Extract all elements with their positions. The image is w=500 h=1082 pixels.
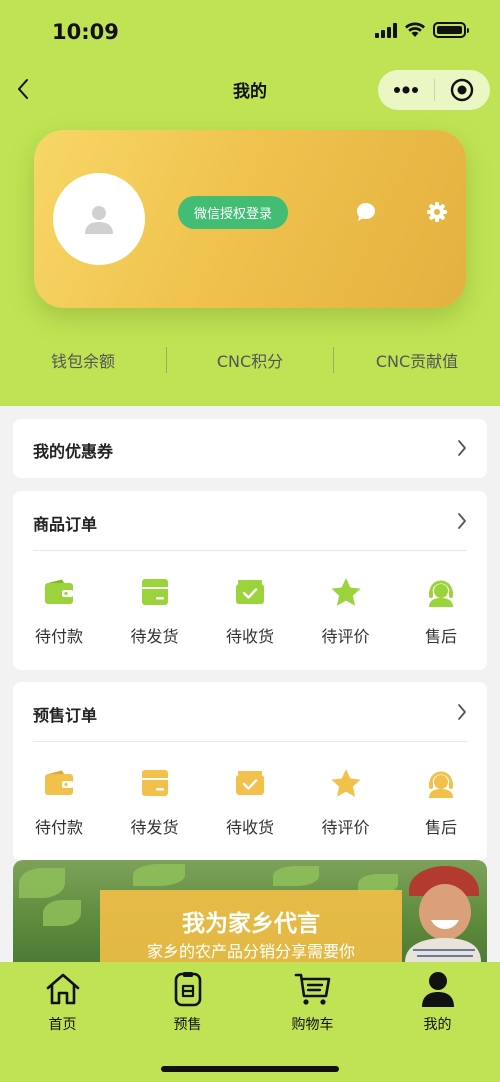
- home-indicator: [161, 1066, 339, 1072]
- presale-pending-shipment[interactable]: 待发货: [122, 766, 188, 838]
- banner-leaf: [43, 900, 81, 926]
- user-placeholder-icon: [85, 206, 113, 234]
- coupon-title: 我的优惠券: [33, 442, 114, 461]
- presale-orders-card: 预售订单 待付款 待发货 待收货 待评价 售后: [13, 682, 487, 861]
- presale-pending-receipt[interactable]: 待收货: [217, 766, 283, 838]
- close-miniprogram-button[interactable]: [435, 70, 491, 110]
- tab-cart[interactable]: 购物车: [250, 970, 375, 1034]
- star-icon: [329, 766, 363, 800]
- chat-bubble-icon: [357, 203, 375, 221]
- tab-label: 预售: [173, 1017, 202, 1033]
- order-status-label: 待付款: [34, 818, 83, 837]
- settings-button[interactable]: [425, 200, 449, 224]
- nav-bar: 我的: [0, 64, 500, 114]
- cnc-contribution-stat[interactable]: CNC贡献值: [334, 340, 500, 380]
- farmer-photo: [405, 866, 481, 962]
- order-after-sales[interactable]: 售后: [408, 575, 474, 647]
- order-status-label: 待付款: [34, 627, 83, 646]
- headset-icon: [424, 575, 458, 609]
- status-time: 10:09: [52, 20, 119, 44]
- order-status-label: 待发货: [130, 627, 179, 646]
- tab-label: 首页: [48, 1017, 77, 1033]
- order-status-label: 待发货: [130, 818, 179, 837]
- avatar[interactable]: [53, 173, 145, 265]
- divider: [33, 550, 467, 551]
- wallet-icon: [42, 766, 76, 800]
- tab-label: 购物车: [291, 1017, 334, 1033]
- tab-bar: 首页 预售 购物车 我的: [0, 962, 500, 1082]
- package-icon: [138, 575, 172, 609]
- home-icon: [43, 970, 83, 1008]
- order-pending-review[interactable]: 待评价: [313, 575, 379, 647]
- chevron-right-icon[interactable]: [455, 511, 469, 531]
- profile-card: 微信授权登录: [34, 130, 466, 308]
- wechat-login-button[interactable]: 微信授权登录: [178, 196, 288, 229]
- wallet-balance-stat[interactable]: 钱包余额: [0, 340, 166, 380]
- presale-pending-review[interactable]: 待评价: [313, 766, 379, 838]
- wifi-icon: [405, 22, 425, 37]
- banner-leaf: [133, 864, 185, 886]
- order-status-label: 待收货: [225, 818, 274, 837]
- receive-box-icon: [233, 575, 267, 609]
- tab-presale[interactable]: 预售: [125, 970, 250, 1034]
- tab-home[interactable]: 首页: [0, 970, 125, 1034]
- tab-mine[interactable]: 我的: [375, 970, 500, 1034]
- battery-icon: [433, 22, 469, 38]
- order-pending-receipt[interactable]: 待收货: [217, 575, 283, 647]
- message-button[interactable]: [354, 200, 378, 224]
- goods-order-statuses: 待付款 待发货 待收货 待评价 售后: [13, 575, 487, 647]
- stats-row: 钱包余额 CNC积分 CNC贡献值: [0, 340, 500, 380]
- receive-box-icon: [233, 766, 267, 800]
- more-dots-icon: [393, 86, 418, 94]
- banner-leaf: [273, 866, 319, 886]
- package-icon: [138, 766, 172, 800]
- order-status-label: 售后: [424, 818, 457, 837]
- tab-label: 我的: [423, 1017, 452, 1033]
- order-status-label: 待评价: [321, 818, 370, 837]
- order-status-label: 待收货: [225, 627, 274, 646]
- user-icon: [418, 970, 458, 1008]
- goods-orders-card: 商品订单 待付款 待发货 待收货 待评价 售后: [13, 491, 487, 670]
- wallet-icon: [42, 575, 76, 609]
- status-icons: [375, 22, 469, 38]
- banner-subtitle: 家乡的农产品分销分享需要你: [146, 942, 355, 961]
- presale-order-statuses: 待付款 待发货 待收货 待评价 售后: [13, 766, 487, 838]
- gear-icon: [427, 202, 447, 222]
- headset-icon: [424, 766, 458, 800]
- status-bar: 10:09: [0, 0, 500, 64]
- goods-orders-title: 商品订单: [33, 515, 98, 534]
- promo-banner[interactable]: 我为家乡代言 家乡的农产品分销分享需要你: [13, 860, 487, 964]
- presale-icon: [168, 970, 208, 1008]
- divider: [33, 741, 467, 742]
- order-status-label: 待评价: [321, 627, 370, 646]
- cellular-signal-icon: [375, 22, 397, 38]
- presale-pending-payment[interactable]: 待付款: [26, 766, 92, 838]
- order-status-label: 售后: [424, 627, 457, 646]
- cnc-points-stat[interactable]: CNC积分: [167, 340, 333, 380]
- more-button[interactable]: [378, 70, 434, 110]
- miniprogram-capsule: [378, 70, 490, 110]
- star-icon: [329, 575, 363, 609]
- chevron-right-icon[interactable]: [455, 702, 469, 722]
- presale-after-sales[interactable]: 售后: [408, 766, 474, 838]
- banner-text-box: 我为家乡代言 家乡的农产品分销分享需要你: [100, 890, 402, 964]
- banner-leaf: [19, 868, 65, 898]
- order-pending-shipment[interactable]: 待发货: [122, 575, 188, 647]
- cart-icon: [293, 970, 333, 1008]
- chevron-right-icon: [455, 438, 469, 458]
- target-close-icon: [451, 78, 474, 102]
- coupon-row[interactable]: 我的优惠券: [13, 419, 487, 478]
- presale-orders-title: 预售订单: [33, 706, 98, 725]
- order-pending-payment[interactable]: 待付款: [26, 575, 92, 647]
- banner-title: 我为家乡代言: [182, 911, 320, 937]
